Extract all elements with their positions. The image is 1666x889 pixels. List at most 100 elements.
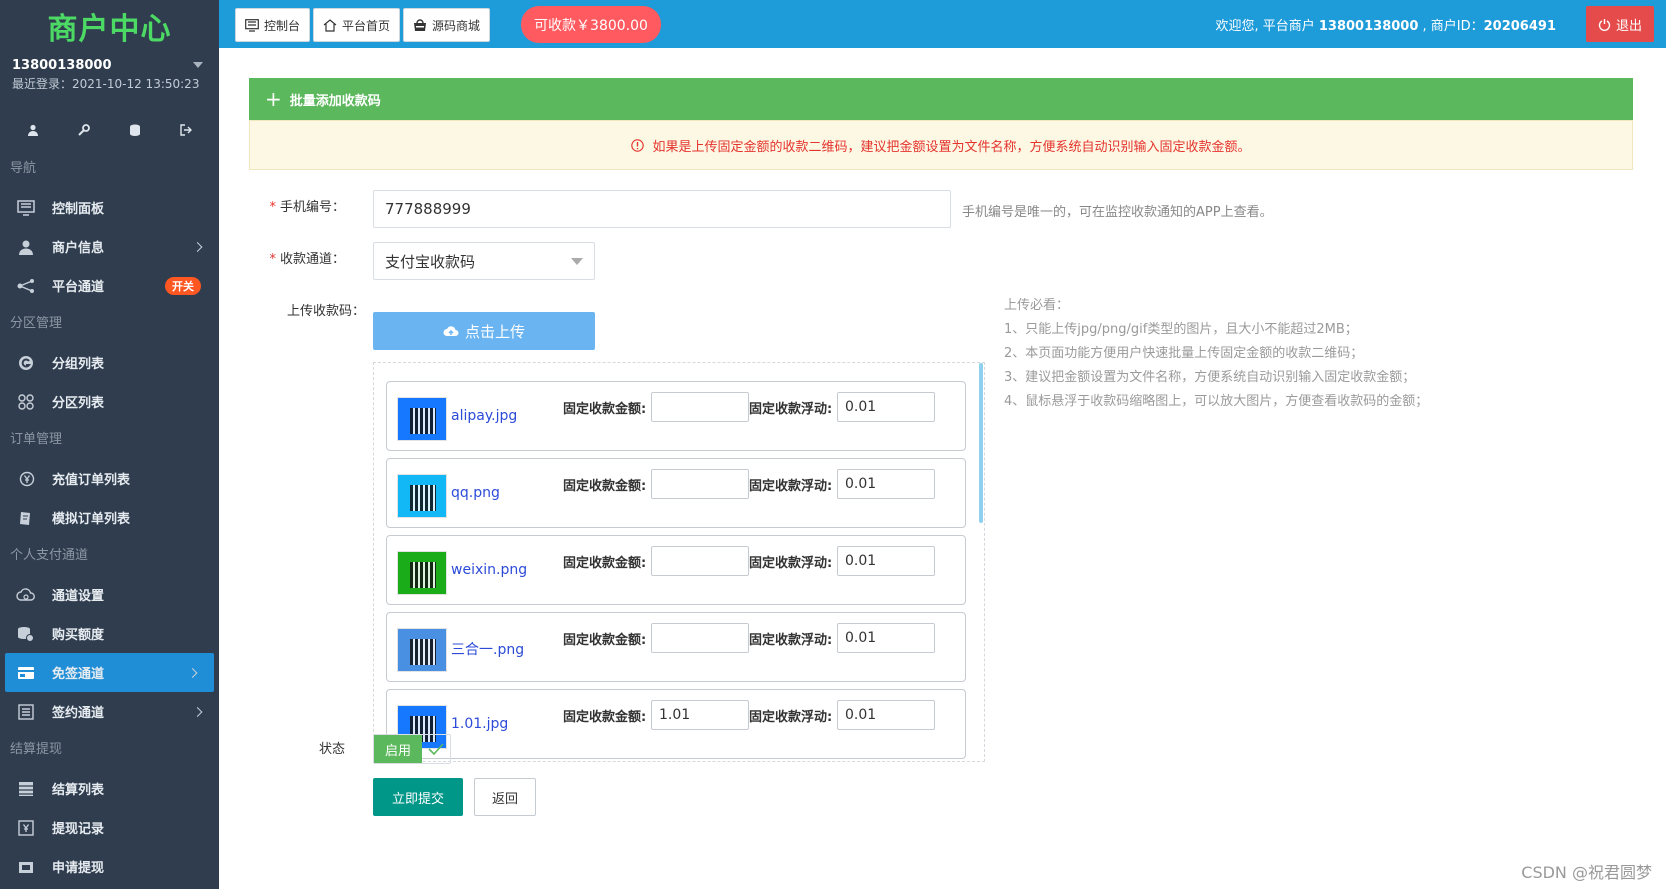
sidebar-item-withdraw-records[interactable]: 提现记录 [0, 808, 219, 847]
welcome-prefix: 欢迎您, 平台商户 [1215, 19, 1319, 34]
database-icon[interactable] [125, 122, 145, 138]
amount-input[interactable] [651, 623, 749, 653]
float-input[interactable]: 0.01 [837, 469, 935, 499]
sidebar-item-settlement-list[interactable]: 结算列表 [0, 769, 219, 808]
amount-label: 固定收款金额: [563, 556, 647, 571]
qr-thumbnail[interactable] [397, 551, 447, 595]
file-name: weixin.png [451, 562, 528, 578]
merchant-account: 13800138000 [1318, 19, 1419, 34]
switch-badge[interactable]: 开关 [165, 276, 201, 295]
sidebar-item-label: 商户信息 [52, 241, 105, 256]
sidebar-item-group-list[interactable]: 分组列表 [0, 343, 219, 382]
logout-button[interactable]: 退出 [1586, 6, 1654, 42]
sidebar-item-merchant-info[interactable]: 商户信息 [0, 227, 219, 266]
upload-button[interactable]: 点击上传 [373, 312, 595, 350]
float-input[interactable]: 0.01 [837, 700, 935, 730]
amount-label: 固定收款金额: [563, 710, 647, 725]
file-name: qq.png [451, 485, 500, 501]
cloud-gear-icon [16, 585, 36, 605]
sidebar-item-label: 分组列表 [52, 357, 105, 372]
float-input[interactable]: 0.01 [837, 392, 935, 422]
sidebar-item-buy-quota[interactable]: 购买额度 [0, 614, 219, 653]
channel-select[interactable]: 支付宝收款码 [373, 242, 595, 280]
power-icon [1598, 18, 1611, 31]
user-icon[interactable] [23, 122, 43, 138]
float-label: 固定收款浮动: [749, 479, 833, 494]
back-button[interactable]: 返回 [474, 778, 536, 816]
submit-button[interactable]: 立即提交 [373, 778, 463, 816]
status-switch[interactable]: 启用 [373, 734, 451, 764]
topbar: 控制台 平台首页 源码商城 可收款￥3800.00 欢迎您, 平台商户 1380… [219, 0, 1666, 48]
float-input[interactable]: 0.01 [837, 546, 935, 576]
sidebar-item-contract-channel[interactable]: 签约通道 [0, 692, 219, 731]
channel-label: * 收款通道： [269, 252, 345, 267]
sidebar-item-recharge-orders[interactable]: 充值订单列表 [0, 459, 219, 498]
logout-label: 退出 [1615, 18, 1642, 34]
cash-icon [16, 857, 36, 877]
sidebar-item-label: 充值订单列表 [52, 473, 131, 488]
balance-badge: 可收款￥3800.00 [521, 6, 661, 43]
sidebar-item-channel-settings[interactable]: 通道设置 [0, 575, 219, 614]
amount-input[interactable] [651, 469, 749, 499]
file-name: 1.01.jpg [451, 716, 509, 732]
list-icon [16, 702, 36, 722]
chevron-right-icon [192, 706, 203, 717]
user-name: 13800138000 [12, 58, 112, 73]
grid-circles-icon [16, 392, 36, 412]
file-name: alipay.jpg [451, 408, 518, 424]
qr-thumbnail[interactable] [397, 474, 447, 518]
caret-down-icon [571, 258, 583, 265]
qr-thumbnail[interactable] [397, 397, 447, 441]
sidebar-item-label: 控制面板 [52, 202, 105, 217]
caret-down-icon[interactable] [193, 62, 203, 68]
exit-icon[interactable] [176, 122, 196, 138]
platform-home-button[interactable]: 平台首页 [313, 8, 401, 42]
notice-text: 如果是上传固定金额的收款二维码，建议把金额设置为文件名称，方便系统自动识别输入固… [652, 139, 1251, 155]
sidebar-item-label: 免签通道 [52, 667, 105, 682]
yen-circle-icon [16, 469, 36, 489]
file-card: qq.png 固定收款金额: 固定收款浮动: 0.01 [386, 458, 966, 528]
panel-header: + 批量添加收款码 [249, 78, 1633, 120]
merchant-id: 20206491 [1483, 19, 1556, 34]
qr-thumbnail[interactable] [397, 628, 447, 672]
tips-title: 上传必看： [1004, 298, 1070, 313]
float-label: 固定收款浮动: [749, 556, 833, 571]
amount-label: 固定收款金额: [563, 633, 647, 648]
sidebar-item-label: 模拟订单列表 [52, 512, 131, 527]
brand-title: 商户中心 [47, 12, 172, 47]
file-card: weixin.png 固定收款金额: 固定收款浮动: 0.01 [386, 535, 966, 605]
amount-input[interactable]: 1.01 [651, 700, 749, 730]
home-icon [323, 18, 337, 32]
phone-label: * 手机编号： [269, 200, 345, 215]
console-button[interactable]: 控制台 [235, 8, 311, 42]
check-icon [422, 735, 450, 763]
phone-input[interactable]: 777888999 [373, 190, 951, 228]
nav-section-title: 订单管理 [10, 432, 63, 447]
sidebar-item-platform-channel[interactable]: 平台通道 开关 [0, 266, 219, 305]
upload-button-label: 点击上传 [464, 322, 525, 341]
sidebar-item-dashboard[interactable]: 控制面板 [0, 188, 219, 227]
sidebar-item-apply-withdraw[interactable]: 申请提现 [0, 847, 219, 886]
channel-select-value: 支付宝收款码 [385, 252, 476, 271]
watermark: CSDN @祝君圆梦 [1521, 863, 1652, 882]
upload-label: 上传收款码： [286, 304, 365, 319]
amount-input[interactable] [651, 546, 749, 576]
float-input[interactable]: 0.01 [837, 623, 935, 653]
sidebar: 商户中心 13800138000 最近登录：2021-10-12 13:50:2… [0, 0, 219, 889]
key-icon[interactable] [74, 122, 94, 138]
sidebar-item-free-sign-channel[interactable]: 免签通道 [5, 653, 214, 692]
nav-section-title: 个人支付通道 [10, 548, 89, 563]
sidebar-item-zone-list[interactable]: 分区列表 [0, 382, 219, 421]
source-shop-button[interactable]: 源码商城 [403, 8, 491, 42]
amount-input[interactable] [651, 392, 749, 422]
network-icon [16, 276, 36, 296]
table-icon [16, 779, 36, 799]
sidebar-item-mock-orders[interactable]: 模拟订单列表 [0, 498, 219, 537]
sidebar-item-label: 结算列表 [52, 783, 105, 798]
user-block[interactable]: 13800138000 最近登录：2021-10-12 13:50:23 [0, 52, 219, 92]
plus-icon: + [265, 87, 282, 111]
scrollbar[interactable] [979, 363, 983, 523]
upload-list[interactable]: alipay.jpg 固定收款金额: 固定收款浮动: 0.01 qq.png 固… [373, 362, 985, 762]
sidebar-item-label: 购买额度 [52, 628, 105, 643]
tip-line: 3、建议把金额设置为文件名称，方便系统自动识别输入固定收款金额； [1004, 370, 1416, 385]
